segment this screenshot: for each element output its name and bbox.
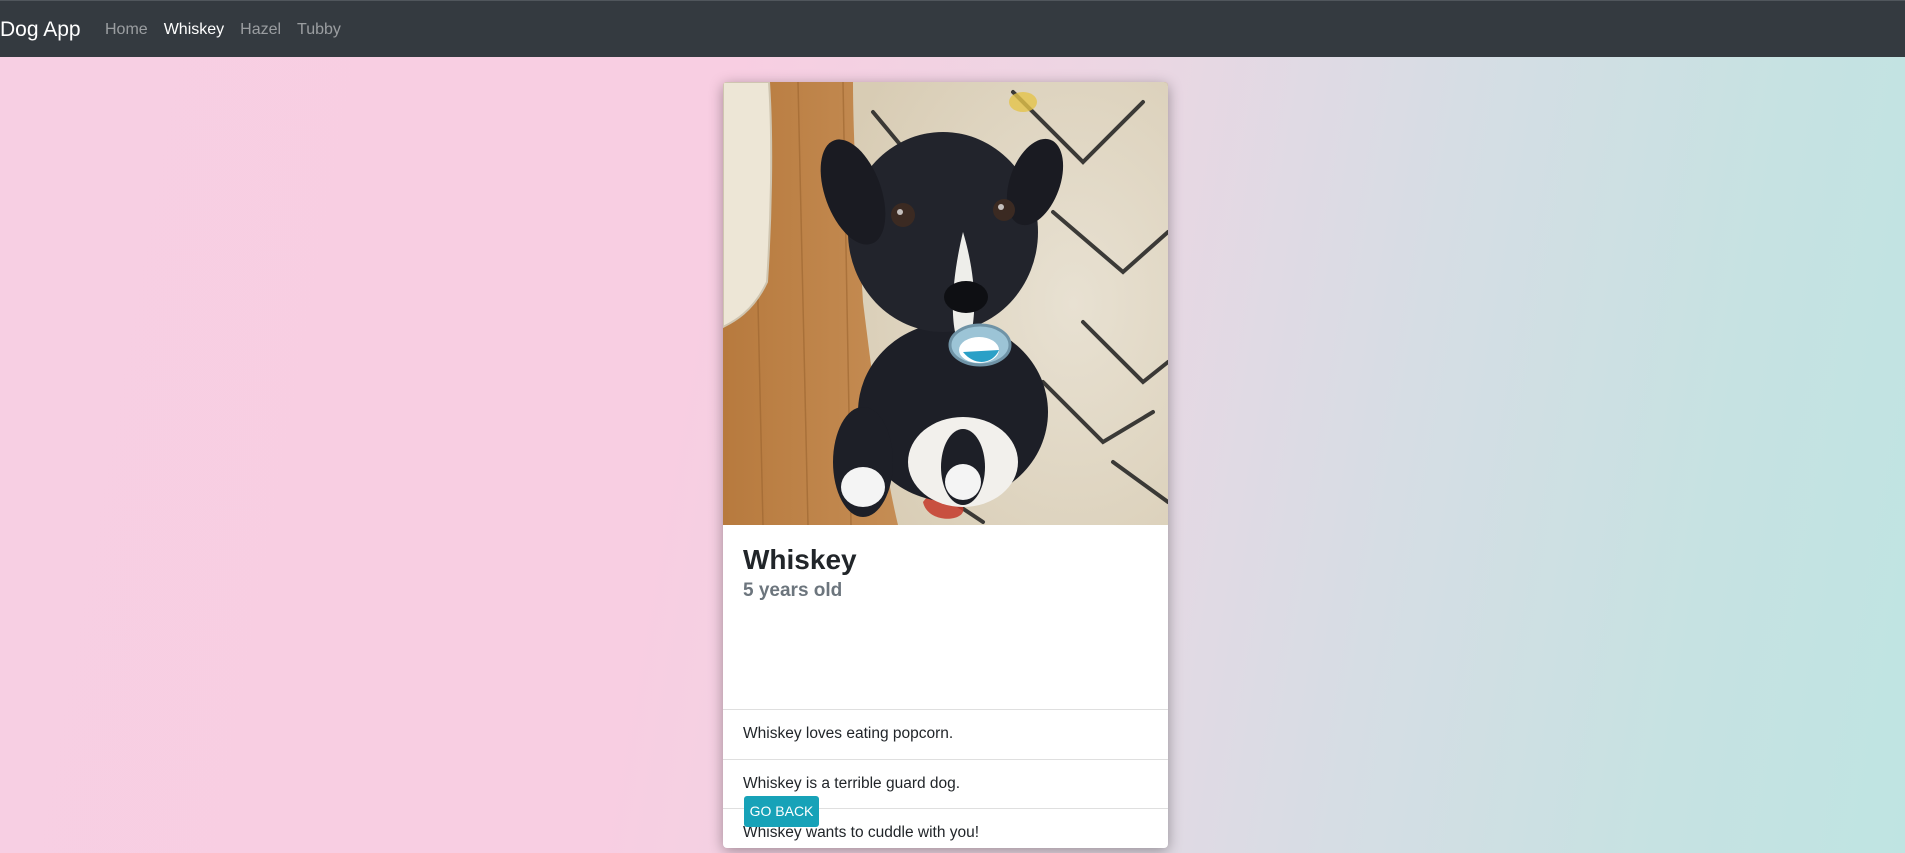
- dog-photo: [723, 82, 1168, 525]
- dog-age: 5 years old: [743, 580, 843, 601]
- nav-link-tubby[interactable]: Tubby: [297, 20, 341, 40]
- dog-card: Whiskey 5 years old Whiskey loves eating…: [723, 82, 1168, 848]
- nav-link-home[interactable]: Home: [105, 20, 148, 40]
- nav-links: Home Whiskey Hazel Tubby: [105, 20, 357, 40]
- go-back-button[interactable]: GO BACK: [744, 796, 819, 827]
- navbar-brand[interactable]: Dog App: [0, 17, 81, 43]
- dog-name: Whiskey: [743, 544, 857, 575]
- fact-item: Whiskey loves eating popcorn.: [743, 725, 954, 742]
- nav-link-hazel[interactable]: Hazel: [240, 20, 281, 40]
- card-body: Whiskey 5 years old: [723, 525, 1168, 710]
- facts-list: Whiskey loves eating popcorn. Whiskey is…: [723, 710, 1168, 848]
- navbar: Dog App Home Whiskey Hazel Tubby: [0, 0, 1905, 57]
- nav-link-whiskey[interactable]: Whiskey: [164, 20, 224, 40]
